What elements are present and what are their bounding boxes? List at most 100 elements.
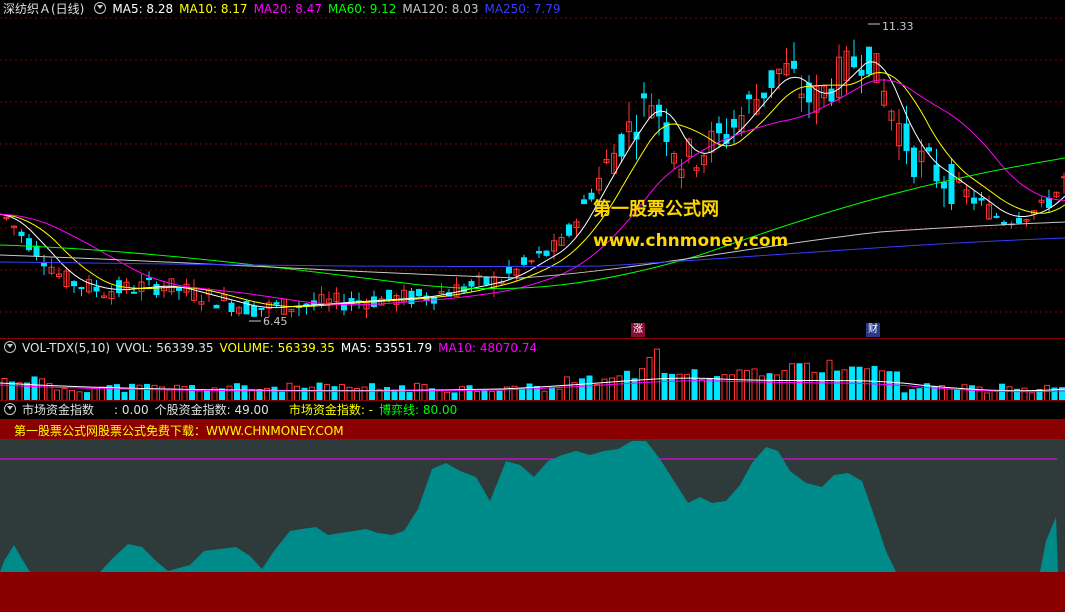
candle-body [829, 89, 834, 101]
volume-bar [962, 385, 967, 401]
candle-body [274, 303, 279, 304]
volume-bar [1007, 387, 1012, 401]
candle-body [177, 288, 182, 291]
volume-bar [182, 387, 187, 401]
candle-body [507, 267, 512, 273]
volume-bar [940, 386, 945, 401]
candle-body [27, 239, 32, 250]
volume-bar [325, 384, 330, 401]
volume-bar [880, 371, 885, 401]
candle-body [859, 70, 864, 75]
volume-bar [722, 375, 727, 401]
volume-bar [745, 370, 750, 401]
volume-bar [527, 384, 532, 401]
volume-bar [640, 369, 645, 401]
volume-bar [145, 384, 150, 401]
volume-bar [137, 385, 142, 401]
candle-body [769, 71, 774, 88]
candle-body [72, 282, 77, 286]
volume-bar [415, 383, 420, 401]
volume-bar [400, 386, 405, 401]
volume-bar [130, 384, 135, 401]
candle-body [904, 124, 909, 151]
volume-bar [595, 385, 600, 401]
ma-legend-item: MA20: 8.47 [254, 2, 322, 16]
volume-bar [175, 385, 180, 401]
volume-bar [115, 385, 120, 401]
dropdown-icon[interactable] [94, 2, 106, 14]
volume-value: VOLUME: 56339.35 [219, 341, 334, 355]
stock-title: 深纺织Ａ(日线) [3, 2, 84, 16]
marker-zhang[interactable]: 涨 [631, 323, 645, 337]
ma-legend-item: MA10: 8.17 [179, 2, 247, 16]
volume-bar [100, 387, 105, 401]
volume-bar [812, 372, 817, 401]
candle-body [484, 277, 489, 284]
vvol-value: VVOL: 56339.35 [116, 341, 213, 355]
candle-body [259, 308, 264, 309]
high-price-label: 11.33 [880, 20, 916, 34]
volume-bar [272, 387, 277, 401]
volume-bar [310, 387, 315, 401]
vol-ma10-value: MA10: 48070.74 [438, 341, 537, 355]
fund-bottom-band [0, 572, 1065, 612]
volume-bar [370, 384, 375, 401]
price-panel[interactable]: 深纺织Ａ(日线)MA5: 8.28MA10: 8.17MA20: 8.47MA6… [0, 0, 1065, 338]
dropdown-icon[interactable] [4, 403, 16, 415]
volume-bar [970, 386, 975, 401]
volume-bar [10, 382, 15, 401]
ma-legend-item: MA120: 8.03 [402, 2, 478, 16]
volume-bar [692, 370, 697, 401]
candle-body [619, 135, 624, 156]
candle-body [522, 258, 527, 265]
volume-bar [317, 383, 322, 401]
marker-cai[interactable]: 财 [866, 323, 880, 337]
candle-body [972, 198, 977, 203]
candle-body [1017, 218, 1022, 222]
candle-body [942, 182, 947, 188]
candle-body [792, 61, 797, 68]
volume-bar [572, 383, 577, 401]
ma-legend-item: MA5: 8.28 [112, 2, 173, 16]
volume-bar [730, 375, 735, 401]
fund-header: 市场资金指数 : 0.00 个股资金指数: 49.00 市场资金指数: - 博弈线: 8… [0, 401, 1065, 419]
volume-bar [362, 387, 367, 401]
volume-bar [775, 375, 780, 401]
volume-bar [152, 385, 157, 401]
volume-bar [895, 372, 900, 401]
game-line-value: 博弈线: 80.00 [379, 403, 457, 417]
candle-body [214, 305, 219, 307]
fund-value: : 0.00 [114, 403, 149, 417]
volume-bar [47, 383, 52, 401]
stock-fund-index: 个股资金指数: 49.00 [155, 403, 269, 417]
candlestick-chart[interactable] [0, 0, 1065, 338]
candle-body [762, 93, 767, 98]
volume-bar [752, 369, 757, 401]
fund-panel[interactable]: 市场资金指数 : 0.00 个股资金指数: 49.00 市场资金指数: - 博弈线: 8… [0, 400, 1065, 612]
volume-bar [295, 386, 300, 401]
candle-body [642, 94, 647, 98]
volume-bar [805, 363, 810, 401]
candle-body [469, 282, 474, 287]
ma-legend-item: MA250: 7.79 [484, 2, 560, 16]
candle-body [387, 290, 392, 298]
market-fund-index: 市场资金指数: - [289, 403, 373, 417]
candle-body [417, 290, 422, 296]
candle-body [1047, 198, 1052, 207]
volume-bar [587, 376, 592, 401]
volume-bar [617, 376, 622, 401]
volume-bar [242, 386, 247, 401]
candle-body [34, 246, 39, 256]
candle-body [544, 251, 549, 255]
volume-bar [1045, 385, 1050, 401]
dropdown-icon[interactable] [4, 341, 16, 353]
candle-body [912, 148, 917, 176]
fund-indicator-name: 市场资金指数 [22, 403, 94, 417]
watermark-cn: 第一股票公式网 [593, 195, 719, 221]
volume-bar [835, 371, 840, 401]
candle-body [79, 288, 84, 289]
volume-bar [760, 376, 765, 401]
volume-panel[interactable]: VOL-TDX(5,10)VVOL: 56339.35VOLUME: 56339… [0, 338, 1065, 401]
candle-body [927, 148, 932, 151]
volume-bar [842, 370, 847, 401]
